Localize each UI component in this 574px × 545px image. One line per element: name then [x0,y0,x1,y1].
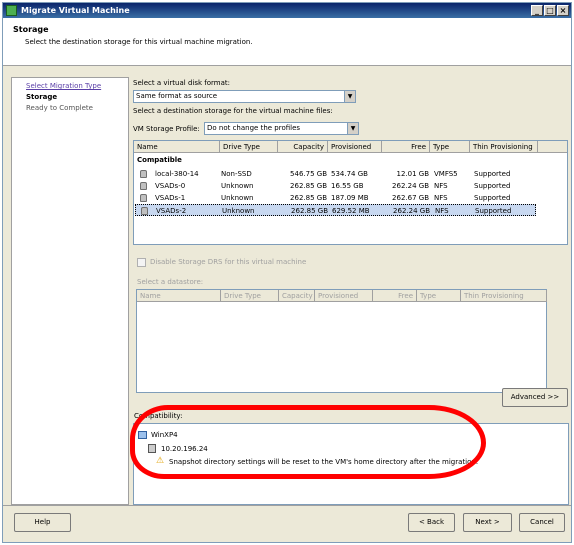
disk-format-value: Same format as source [136,92,218,100]
step-storage: Storage [26,93,58,101]
page-title: Storage [13,25,49,34]
table-cell: VSADs-2 [156,207,187,215]
group-compatible: Compatible [137,156,182,164]
col-capacity[interactable]: Capacity [278,141,328,153]
table-cell: VSADs-0 [155,182,186,190]
profile-value: Do not change the profiles [207,124,301,132]
table-header: Name Drive Type Capacity Provisioned Fre… [134,141,567,153]
destination-label: Select a destination storage for the vir… [133,107,333,115]
next-button[interactable]: Next > [463,513,512,532]
table-cell: 534.74 GB [331,170,368,178]
table-cell: NFS [434,182,448,190]
disk-format-select[interactable]: Same format as source ▼ [133,90,356,103]
table-cell: 262.85 GB [290,194,327,202]
col-thin-provisioning: Thin Provisioning [461,290,547,302]
table-row[interactable]: VSADs-0 Unknown 262.85 GB 16.55 GB 262.24 GB… [135,180,536,192]
migrate-vm-dialog: Migrate Virtual Machine _ □ × Storage Se… [2,2,572,543]
datastore-table-disabled: Name Drive Type Capacity Provisioned Fre… [136,289,547,393]
col-drive-type[interactable]: Drive Type [220,141,278,153]
wizard-steps-panel: Select Migration Type Storage Ready to C… [11,77,129,505]
compat-warning-text: Snapshot directory settings will be rese… [169,458,479,466]
table-cell: Supported [474,194,511,202]
profile-select[interactable]: Do not change the profiles ▼ [204,122,359,135]
title-bar: Migrate Virtual Machine _ □ × [3,3,571,18]
vm-icon [138,431,147,439]
table-cell: 187.09 MB [331,194,369,202]
warning-icon: ⚠ [156,456,165,466]
table-cell: NFS [434,194,448,202]
datastore-icon [140,182,147,190]
minimize-button[interactable]: _ [531,5,543,16]
back-button[interactable]: < Back [408,513,455,532]
table-cell: Non-SSD [221,170,252,178]
col-drive-type: Drive Type [221,290,279,302]
advanced-button[interactable]: Advanced >> [502,388,568,407]
profile-label: VM Storage Profile: [133,125,200,133]
table-cell: 16.55 GB [331,182,364,190]
table-header-disabled: Name Drive Type Capacity Provisioned Fre… [137,290,547,302]
table-cell: 262.24 GB [392,182,429,190]
table-cell: 262.85 GB [291,207,328,215]
host-icon [148,444,156,453]
storage-panel: Select a virtual disk format: Same forma… [130,77,571,505]
col-name[interactable]: Name [134,141,220,153]
table-cell: Supported [475,207,512,215]
table-row[interactable]: VSADs-2 Unknown 262.85 GB 629.52 MB 262.24 G… [135,204,536,216]
table-cell: 262.67 GB [392,194,429,202]
table-cell: Supported [474,182,511,190]
table-cell: VMFS5 [434,170,458,178]
col-provisioned[interactable]: Provisioned [328,141,382,153]
compatibility-panel: WinXP4 10.20.196.24 ⚠ Snapshot directory… [133,423,569,505]
table-cell: 12.01 GB [396,170,430,178]
col-free[interactable]: Free [382,141,430,153]
cancel-button[interactable]: Cancel [519,513,565,532]
col-type[interactable]: Type [430,141,470,153]
vm-app-icon [6,5,17,16]
datastore-icon [141,207,148,215]
dropdown-arrow-icon: ▼ [344,91,355,102]
table-row[interactable]: local-380-14 Non-SSD 546.75 GB 534.74 GB 12.… [135,168,536,180]
col-type: Type [417,290,461,302]
wizard-header: Storage Select the destination storage f… [3,18,571,66]
window-title: Migrate Virtual Machine [21,6,130,15]
datastore-select-label: Select a datastore: [137,278,204,286]
table-cell: local-380-14 [155,170,199,178]
table-cell: 629.52 MB [332,207,370,215]
col-thin-provisioning[interactable]: Thin Provisioning [470,141,538,153]
table-cell: 546.75 GB [290,170,327,178]
close-button[interactable]: × [557,5,569,16]
page-subtitle: Select the destination storage for this … [25,38,253,46]
table-cell: Unknown [221,182,254,190]
disk-format-label: Select a virtual disk format: [133,79,230,87]
maximize-button[interactable]: □ [544,5,556,16]
sdrs-checkbox[interactable] [137,258,146,267]
col-provisioned: Provisioned [315,290,373,302]
table-row[interactable]: VSADs-1 Unknown 262.85 GB 187.09 MB 262.67 G… [135,192,536,204]
table-cell: 262.85 GB [290,182,327,190]
col-free: Free [373,290,417,302]
table-cell: NFS [435,207,449,215]
table-cell: Unknown [222,207,255,215]
table-cell: 262.24 GB [393,207,430,215]
compat-host-name: 10.20.196.24 [161,445,208,453]
datastore-icon [140,170,147,178]
step-ready-to-complete: Ready to Complete [26,104,93,112]
col-capacity: Capacity [279,290,315,302]
compatibility-label: Compatibility: [134,412,183,420]
table-cell: Unknown [221,194,254,202]
compat-vm-name: WinXP4 [151,431,178,439]
dropdown-arrow-icon: ▼ [347,123,358,134]
sdrs-label: Disable Storage DRS for this virtual mac… [150,258,307,266]
help-button[interactable]: Help [14,513,71,532]
datastore-icon [140,194,147,202]
step-select-migration-type[interactable]: Select Migration Type [26,82,101,90]
col-name: Name [137,290,221,302]
footer-divider [3,505,571,506]
datastore-table: Name Drive Type Capacity Provisioned Fre… [133,140,568,245]
table-cell: Supported [474,170,511,178]
table-cell: VSADs-1 [155,194,186,202]
